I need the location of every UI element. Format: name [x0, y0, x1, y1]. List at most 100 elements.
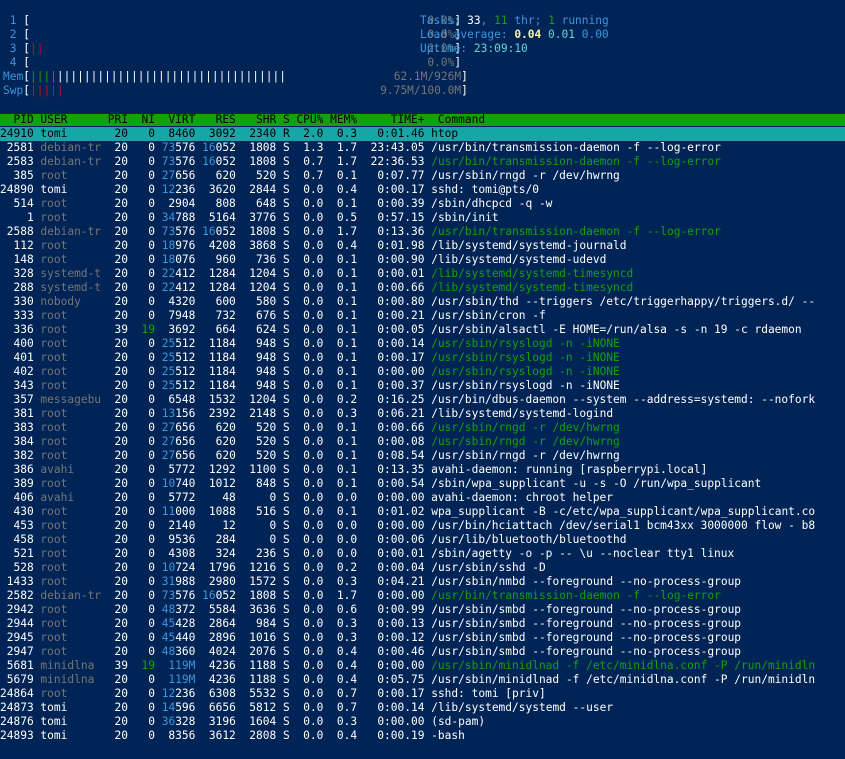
process-row[interactable]: 521 root 20 0 4308 324 236 S 0.0 0.0 0:0… [0, 547, 845, 561]
process-row[interactable]: 5681 minidlna 39 19 119M 4236 1188 S 0.0… [0, 659, 845, 673]
process-row[interactable]: 148 root 20 0 18076 960 736 S 0.0 0.1 0:… [0, 253, 845, 267]
column-header-command[interactable]: Command [424, 113, 485, 126]
mem-bar: |||||||||||||||||||||||||||||||||||||| [30, 70, 286, 83]
process-row[interactable]: 381 root 20 0 13156 2392 2148 S 0.0 0.3 … [0, 407, 845, 421]
process-row[interactable]: 402 root 20 0 25512 1184 948 S 0.0 0.1 0… [0, 365, 845, 379]
process-state: S [276, 393, 290, 406]
process-row[interactable]: 400 root 20 0 25512 1184 948 S 0.0 0.1 0… [0, 337, 845, 351]
process-state: S [276, 589, 290, 602]
process-mem-percent: 0.1 [323, 421, 358, 434]
process-time: 0:00.66 [357, 421, 425, 434]
process-row[interactable]: 383 root 20 0 27656 620 520 S 0.0 0.1 0:… [0, 421, 845, 435]
process-row[interactable]: 2945 root 20 0 45440 2896 1016 S 0.0 0.3… [0, 631, 845, 645]
process-row[interactable]: 453 root 20 0 2140 12 0 S 0.0 0.0 0:00.0… [0, 519, 845, 533]
process-shr: 2076 [235, 645, 277, 658]
process-row[interactable]: 2947 root 20 0 48360 4024 2076 S 0.0 0.4… [0, 645, 845, 659]
process-priority: 20 [101, 337, 128, 350]
process-row[interactable]: 333 root 20 0 7948 732 676 S 0.0 0.1 0:0… [0, 309, 845, 323]
process-mem-percent: 0.3 [323, 407, 358, 420]
process-virt: 22412 [161, 281, 196, 294]
process-row[interactable]: 5679 minidlna 20 0 119M 4236 1188 S 0.0 … [0, 673, 845, 687]
process-pid: 288 [0, 281, 34, 294]
process-row[interactable]: 24873 tomi 20 0 14596 6656 5812 S 0.0 0.… [0, 701, 845, 715]
process-row[interactable]: 24893 tomi 20 0 8356 3612 2808 S 0.0 0.4… [0, 729, 845, 743]
process-virt: 10740 [161, 477, 196, 490]
process-cpu-percent: 0.0 [289, 729, 324, 742]
process-user: root [33, 253, 102, 266]
process-row[interactable]: 24910 tomi 20 0 8460 3092 2340 R 2.0 0.3… [0, 127, 845, 141]
process-row[interactable]: 1433 root 20 0 31988 2980 1572 S 0.0 0.3… [0, 575, 845, 589]
column-header-pid[interactable]: PID [0, 113, 33, 126]
column-header-shr[interactable]: SHR [236, 113, 276, 126]
process-row[interactable]: 336 root 39 19 3692 664 624 S 0.0 0.1 0:… [0, 323, 845, 337]
process-row[interactable]: 2583 debian-tr 20 0 73576 16052 1808 S 0… [0, 155, 845, 169]
column-header-ni[interactable]: NI [128, 113, 154, 126]
process-priority: 20 [101, 589, 128, 602]
process-mem-percent: 0.1 [323, 435, 358, 448]
process-row[interactable]: 288 systemd-t 20 0 22412 1284 1204 S 0.0… [0, 281, 845, 295]
column-header-bar[interactable]: PID USER PRI NI VIRT RES SHR S CPU% MEM%… [0, 114, 845, 126]
process-priority: 20 [101, 169, 128, 182]
process-row[interactable]: 430 root 20 0 11000 1088 516 S 0.0 0.1 0… [0, 505, 845, 519]
process-command: /usr/sbin/rsyslogd -n -iNONE [424, 337, 620, 350]
process-row[interactable]: 2942 root 20 0 48372 5584 3636 S 0.0 0.6… [0, 603, 845, 617]
process-user: root [33, 323, 102, 336]
process-row[interactable]: 458 root 20 0 9536 284 0 S 0.0 0.0 0:00.… [0, 533, 845, 547]
column-header-user[interactable]: USER [34, 113, 101, 126]
cpu-meter-1: 1 [ 0.0%] [3, 14, 461, 27]
process-res: 1088 [195, 505, 236, 518]
process-row[interactable]: 343 root 20 0 25512 1184 948 S 0.0 0.1 0… [0, 379, 845, 393]
process-row[interactable]: 2588 debian-tr 20 0 73576 16052 1808 S 0… [0, 225, 845, 239]
process-row[interactable]: 24876 tomi 20 0 36328 3196 1604 S 0.0 0.… [0, 715, 845, 729]
thousands-digits: 73 [161, 155, 176, 168]
process-command: /sbin/wpa_supplicant -u -s -O /run/wpa_s… [424, 477, 762, 490]
process-row[interactable]: 2944 root 20 0 45428 2864 984 S 0.0 0.3 … [0, 617, 845, 631]
column-header-time[interactable]: TIME+ [357, 113, 425, 126]
process-row[interactable]: 1 root 20 0 34788 5164 3776 S 0.0 0.5 0:… [0, 211, 845, 225]
process-row[interactable]: 330 nobody 20 0 4320 600 580 S 0.0 0.1 0… [0, 295, 845, 309]
process-cpu-percent: 0.0 [289, 561, 324, 574]
process-cpu-percent: 0.0 [289, 491, 324, 504]
column-header-s[interactable]: S [276, 113, 290, 126]
process-row[interactable]: 384 root 20 0 27656 620 520 S 0.0 0.1 0:… [0, 435, 845, 449]
process-state: S [276, 659, 290, 672]
process-row[interactable]: 382 root 20 0 27656 620 520 S 0.0 0.1 0:… [0, 449, 845, 463]
process-row[interactable]: 2582 debian-tr 20 0 73576 16052 1808 S 0… [0, 589, 845, 603]
process-command: /usr/sbin/nmbd --foreground --no-process… [424, 575, 742, 588]
process-row[interactable]: 406 avahi 20 0 5772 48 0 S 0.0 0.0 0:00.… [0, 491, 845, 505]
process-res: 4236 [195, 659, 236, 672]
column-header-virt[interactable]: VIRT [155, 113, 195, 126]
process-command: /lib/systemd/systemd-udevd [424, 253, 607, 266]
load-15: 0.00 [581, 28, 609, 41]
process-mem-percent: 0.1 [323, 351, 358, 364]
process-row[interactable]: 112 root 20 0 18976 4208 3868 S 0.0 0.4 … [0, 239, 845, 253]
process-command: /usr/sbin/alsactl -E HOME=/run/alsa -s -… [424, 323, 802, 336]
column-headers[interactable]: PID USER PRI NI VIRT RES SHR S CPU% MEM%… [0, 114, 845, 126]
process-pid: 328 [0, 267, 34, 280]
column-header-mem[interactable]: MEM% [323, 113, 357, 126]
process-row[interactable]: 514 root 20 0 2904 808 648 S 0.0 0.1 0:0… [0, 197, 845, 211]
process-command: /usr/bin/hciattach /dev/serial1 bcm43xx … [424, 519, 816, 532]
process-row[interactable]: 24890 tomi 20 0 12236 3620 2844 S 0.0 0.… [0, 183, 845, 197]
process-command: -bash [424, 729, 465, 742]
process-list[interactable]: 24910 tomi 20 0 8460 3092 2340 R 2.0 0.3… [0, 127, 845, 743]
process-row[interactable]: 328 systemd-t 20 0 22412 1284 1204 S 0.0… [0, 267, 845, 281]
process-mem-percent: 0.1 [323, 379, 358, 392]
meter-open-bracket: [ [23, 56, 30, 69]
process-res: 2980 [195, 575, 236, 588]
process-nice: 0 [128, 253, 155, 266]
process-cpu-percent: 0.0 [289, 281, 324, 294]
process-row[interactable]: 357 messagebu 20 0 6548 1532 1204 S 0.0 … [0, 393, 845, 407]
process-row[interactable]: 528 root 20 0 10724 1796 1216 S 0.0 0.2 … [0, 561, 845, 575]
column-header-pri[interactable]: PRI [101, 113, 128, 126]
process-row[interactable]: 24864 root 20 0 12236 6308 5532 S 0.0 0.… [0, 687, 845, 701]
column-header-res[interactable]: RES [195, 113, 236, 126]
process-row[interactable]: 389 root 20 0 10740 1012 848 S 0.0 0.1 0… [0, 477, 845, 491]
process-row[interactable]: 386 avahi 20 0 5772 1292 1100 S 0.0 0.1 … [0, 463, 845, 477]
column-header-cpu[interactable]: CPU% [290, 113, 323, 126]
process-row[interactable]: 2581 debian-tr 20 0 73576 16052 1808 S 1… [0, 141, 845, 155]
process-row[interactable]: 401 root 20 0 25512 1184 948 S 0.0 0.1 0… [0, 351, 845, 365]
process-virt: 4308 [154, 547, 196, 560]
process-cpu-percent: 0.0 [289, 239, 324, 252]
process-row[interactable]: 385 root 20 0 27656 620 520 S 0.7 0.1 0:… [0, 169, 845, 183]
